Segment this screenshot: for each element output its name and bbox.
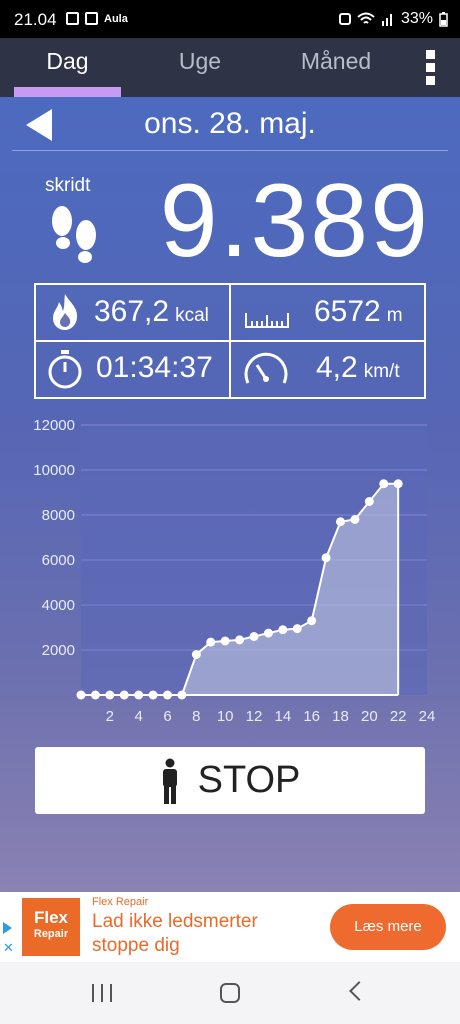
- chart-y-tick-label: 2000: [42, 642, 75, 659]
- calories-stat: 367,2 kcal: [94, 295, 209, 329]
- chart-data-point: [191, 650, 201, 659]
- chart-x-tick-label: 24: [419, 708, 436, 725]
- person-icon: [162, 758, 177, 804]
- tab-week[interactable]: Uge: [150, 48, 250, 75]
- wifi-icon: [357, 12, 375, 24]
- home-button[interactable]: [220, 983, 240, 1003]
- ad-close-icon[interactable]: ✕: [3, 940, 14, 956]
- stop-button[interactable]: STOP: [35, 747, 425, 814]
- chart-y-tick-label: 8000: [42, 507, 75, 524]
- divider: [12, 150, 448, 151]
- back-button[interactable]: [349, 981, 369, 1001]
- calories-unit: kcal: [175, 305, 209, 326]
- status-time: 21.04: [14, 10, 57, 29]
- chart-data-point: [90, 690, 100, 700]
- ad-title[interactable]: Lad ikke ledsmerter stoppe dig: [92, 910, 312, 958]
- ad-brand: Flex Repair: [92, 896, 149, 908]
- distance-value: 6572: [314, 295, 381, 328]
- chart-x-tick-label: 18: [332, 708, 349, 725]
- ad-banner[interactable]: ✕ Flex Repair Flex Repair Lad ikke ledsm…: [0, 892, 460, 962]
- navigation-bar: [0, 962, 460, 1024]
- steps-label: skridt: [45, 175, 91, 196]
- chart-data-point: [336, 517, 345, 527]
- chart-x-tick-label: 14: [274, 708, 291, 725]
- stop-button-label: STOP: [197, 759, 301, 801]
- chart-x-tick-label: 10: [217, 708, 234, 725]
- battery-icon: [439, 11, 448, 27]
- stopwatch-icon: [48, 350, 82, 389]
- chart-data-point: [235, 635, 245, 645]
- chart-data-point: [119, 690, 129, 700]
- ad-choices-icon[interactable]: [3, 922, 12, 934]
- system-icons: 33%: [338, 10, 448, 28]
- tab-day[interactable]: Dag: [14, 48, 121, 75]
- notification-icons: Aula: [66, 12, 128, 25]
- chart-data-point: [206, 637, 216, 647]
- speed-value: 4,2: [316, 351, 358, 384]
- speed-stat: 4,2 km/t: [316, 351, 400, 385]
- distance-stat: 6572 m: [314, 295, 403, 329]
- footprints-icon: [52, 206, 96, 263]
- chart-x-tick-label: 8: [192, 708, 200, 725]
- stats-divider-horizontal: [36, 340, 424, 342]
- chart-data-point: [307, 616, 317, 626]
- chart-data-point: [220, 636, 230, 646]
- chart-data-point: [350, 515, 360, 524]
- chart-data-point: [134, 690, 144, 700]
- ad-logo-line1: Flex: [33, 908, 69, 927]
- steps-chart: 200040006000800010000120002 4 6 8 10 12 14 16 18…: [33, 417, 436, 725]
- chart-x-tick-label: 22: [390, 708, 407, 725]
- chart-x-tick-label: 6: [163, 708, 171, 725]
- chart-data-point: [321, 553, 331, 563]
- chart-x-tick-label: 16: [303, 708, 320, 725]
- chart-x-tick-label: 2: [106, 708, 114, 725]
- chart-x-tick-label: 20: [361, 708, 378, 725]
- chart-data-point: [393, 479, 403, 489]
- chart-data-point: [364, 497, 374, 506]
- chart-data-point: [379, 479, 389, 489]
- stats-grid: 367,2 kcal 6572 m 01:34:37 4,2 km/t: [34, 283, 426, 399]
- tab-bar: Dag Uge Måned: [0, 38, 460, 97]
- chart-data-point: [148, 690, 158, 700]
- chart-data-point: [76, 690, 86, 700]
- chart-data-point: [292, 624, 302, 634]
- ad-logo-line2: Repair: [33, 928, 69, 940]
- overflow-menu-icon[interactable]: [424, 50, 438, 86]
- chart-y-tick-label: 12000: [33, 417, 75, 434]
- chart-data-point: [249, 632, 259, 641]
- steps-count: 9.389: [159, 163, 430, 279]
- signal-icon: [381, 14, 392, 26]
- chart-data-point: [263, 628, 273, 638]
- battery-percent: 33%: [400, 10, 433, 27]
- recent-apps-button[interactable]: [92, 984, 112, 1002]
- chart-x-tick-label: 4: [134, 708, 142, 725]
- duration-value: 01:34:37: [96, 351, 213, 384]
- calories-value: 367,2: [94, 295, 170, 328]
- chart-data-point: [177, 690, 187, 700]
- chart-y-tick-label: 10000: [33, 462, 75, 479]
- speed-unit: km/t: [363, 361, 400, 382]
- ad-logo: Flex Repair: [22, 898, 80, 956]
- duration-stat: 01:34:37: [96, 351, 213, 385]
- chart-data-point: [163, 690, 172, 700]
- chart-x-tick-label: 12: [246, 708, 263, 725]
- day-view: ons. 28. maj. skridt 9.389 367,2 kcal 65…: [0, 97, 460, 892]
- speedometer-icon: [244, 352, 288, 384]
- active-tab-indicator: [14, 87, 121, 97]
- image-notification-icon: [66, 12, 79, 25]
- flame-icon: [53, 294, 78, 330]
- date-title: ons. 28. maj.: [144, 107, 316, 140]
- chart-y-tick-label: 4000: [42, 597, 75, 614]
- status-bar: 21.04 Aula 33%: [0, 0, 460, 38]
- ruler-icon: [245, 313, 289, 328]
- chart-data-point: [278, 625, 288, 635]
- lock-icon: [338, 13, 351, 25]
- aula-notification-icon: Aula: [104, 12, 128, 25]
- chart-y-tick-label: 6000: [42, 552, 75, 569]
- distance-unit: m: [386, 305, 403, 326]
- gallery-notification-icon: [85, 12, 98, 25]
- tab-month[interactable]: Måned: [284, 48, 388, 75]
- ad-cta-button[interactable]: Læs mere: [330, 904, 446, 950]
- chart-data-point: [105, 690, 115, 700]
